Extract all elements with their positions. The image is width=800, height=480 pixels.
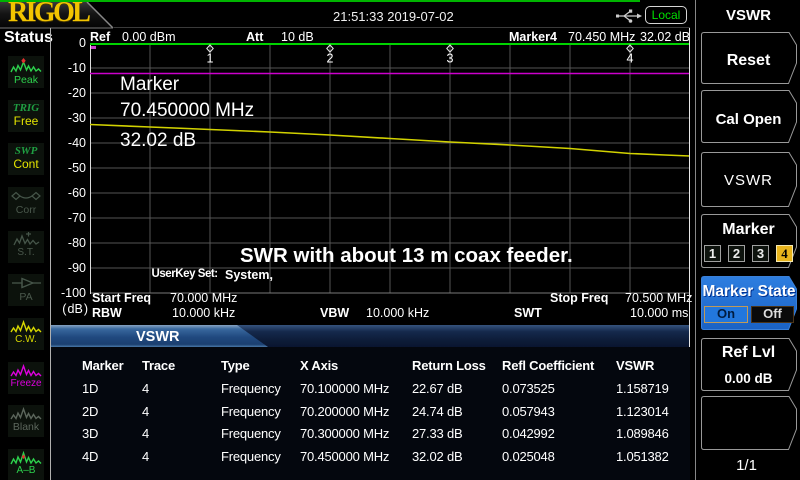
- svg-text:4: 4: [627, 52, 634, 66]
- svg-text:2: 2: [327, 52, 334, 66]
- svg-text:3: 3: [447, 52, 454, 66]
- svg-text:1: 1: [207, 52, 214, 66]
